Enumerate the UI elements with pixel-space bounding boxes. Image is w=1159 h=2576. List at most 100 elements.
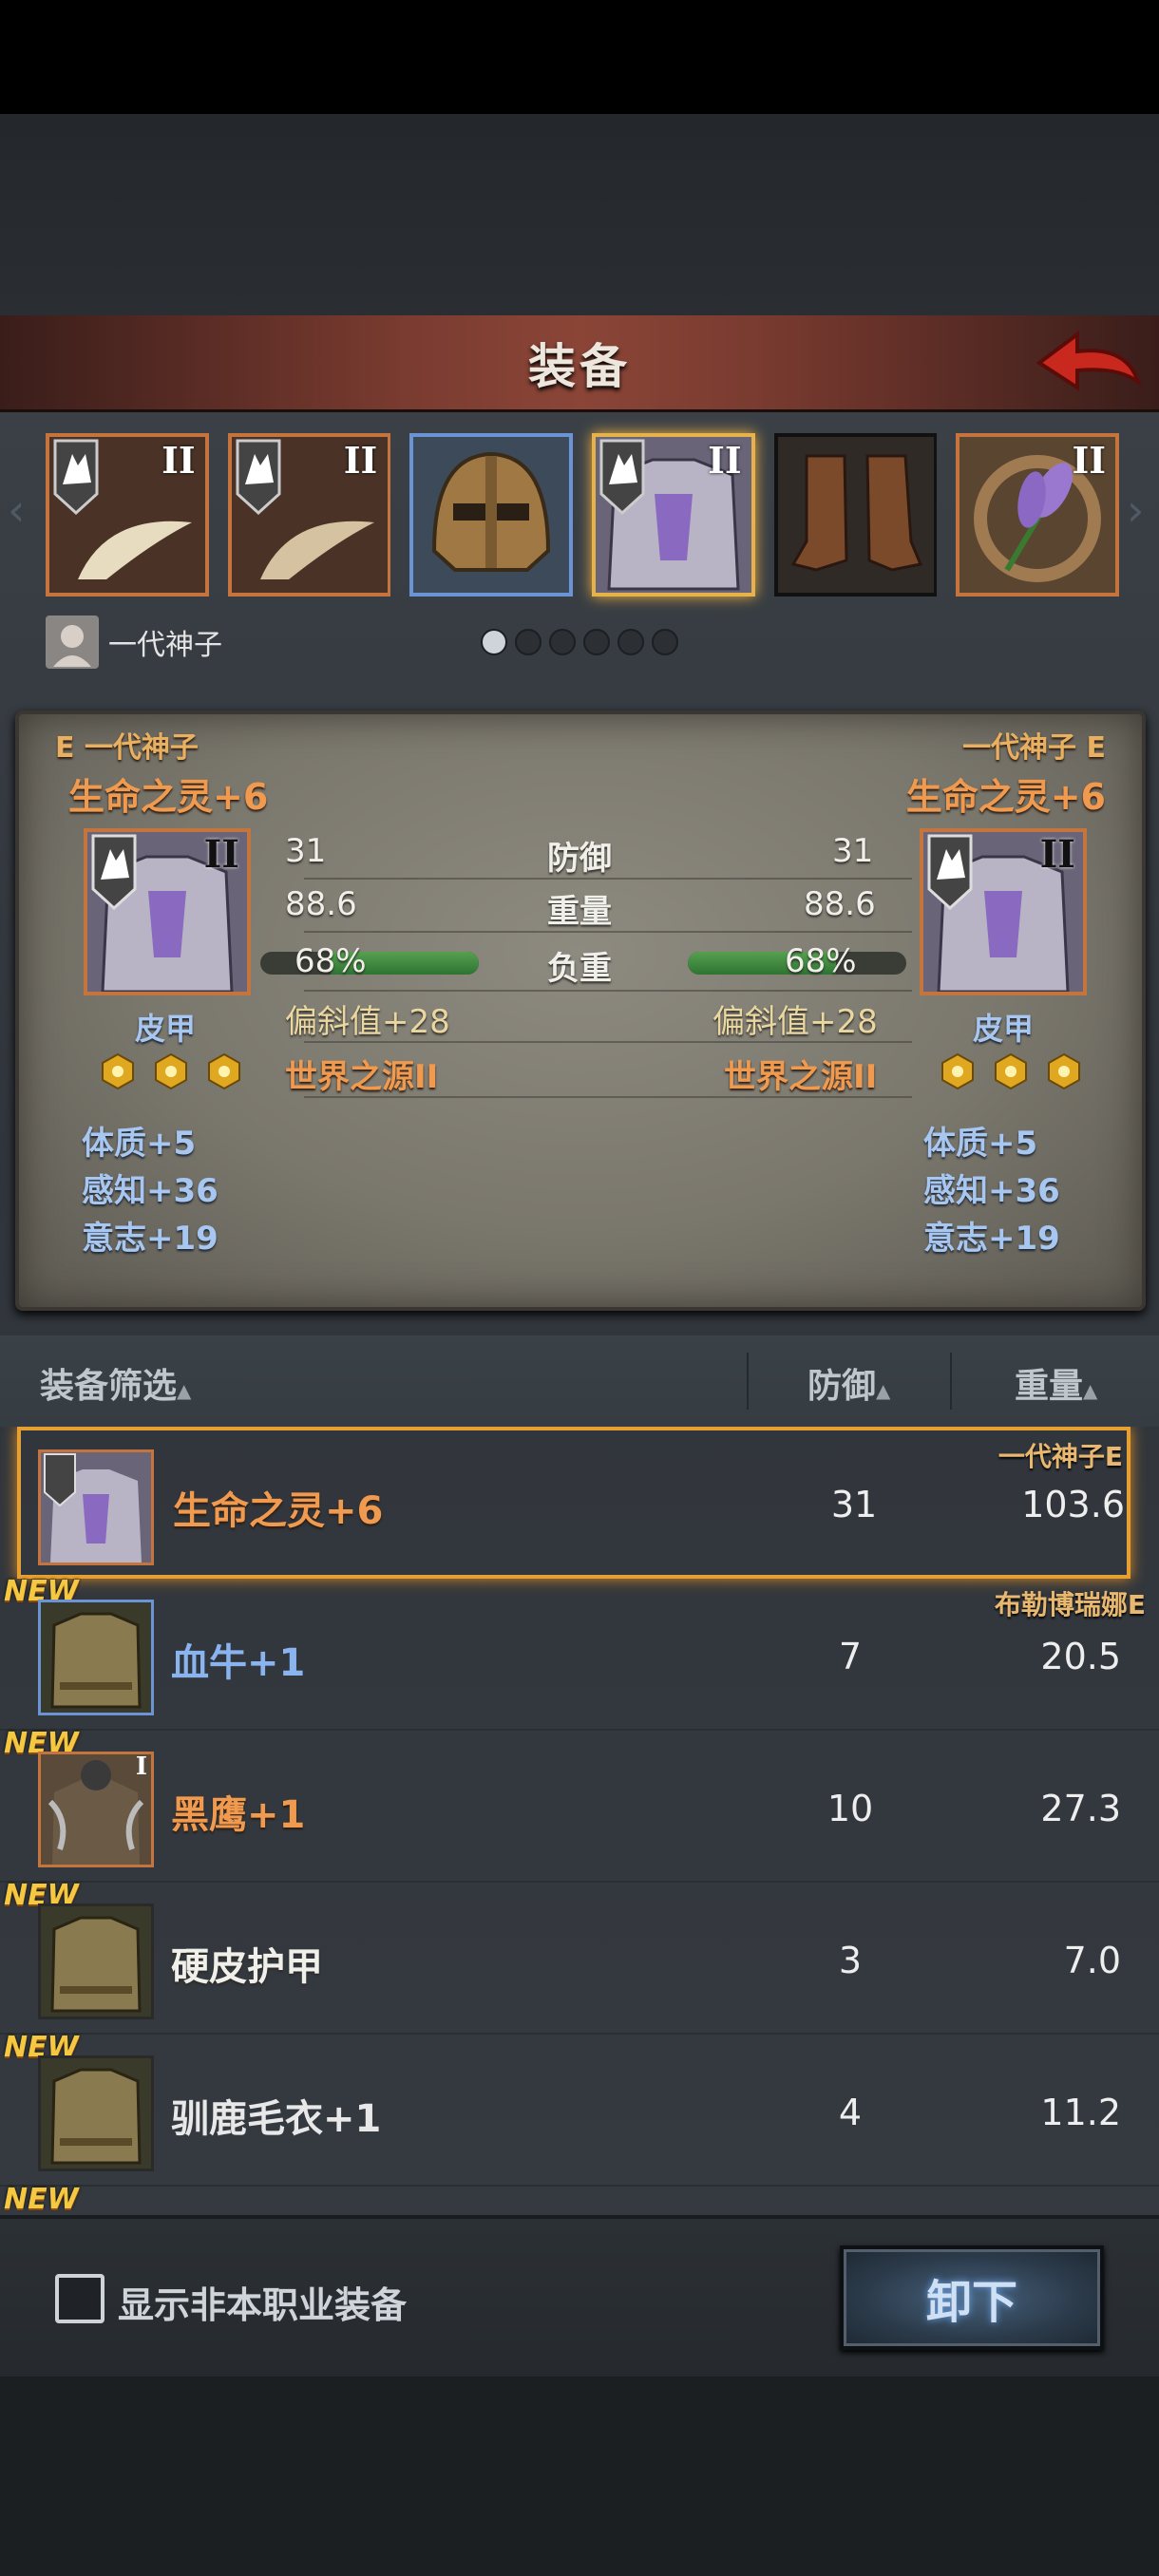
back-arrow-icon[interactable] (1032, 325, 1146, 405)
left-item-type: 皮甲 (135, 1011, 197, 1047)
slots-left-arrow-icon[interactable]: ‹ (8, 484, 25, 536)
divider (304, 1041, 912, 1043)
character-row[interactable]: 一代神子 (46, 616, 222, 669)
page-dot[interactable] (618, 629, 644, 655)
equipment-slots: II II II II (46, 433, 1120, 597)
sort-defense-button[interactable]: 防御▲ (808, 1358, 890, 1408)
filter-button[interactable]: 装备筛选▲ (40, 1358, 191, 1408)
new-badge: NEW (4, 2183, 79, 2215)
divider (304, 990, 912, 992)
item-icon (38, 1904, 154, 2019)
list-item[interactable]: 一代神子E 生命之灵+6 31 103.6 (17, 1427, 1130, 1579)
right-item-name: 生命之灵+6 (905, 776, 1106, 818)
slot-helmet[interactable] (409, 433, 574, 597)
filter-bar: 装备筛选▲ 防御▲ 重量▲ (0, 1335, 1159, 1427)
character-name: 一代神子 (108, 629, 222, 662)
item-rank: I (135, 1752, 147, 1781)
avatar (46, 616, 99, 669)
show-other-class-checkbox[interactable] (55, 2274, 104, 2323)
list-item[interactable]: NEW 布勒博瑞娜E 血牛+1 7 20.5 (0, 1575, 1159, 1731)
slot-weapon-1[interactable]: II (46, 433, 209, 597)
page-title: 装备 (528, 338, 631, 394)
checkbox-label: 显示非本职业装备 (118, 2284, 408, 2326)
slot-rank: II (1072, 439, 1107, 482)
right-item-type: 皮甲 (973, 1011, 1035, 1047)
slots-right-arrow-icon[interactable]: › (1127, 484, 1144, 536)
gem-icon (995, 1052, 1027, 1090)
bottom-bar: 显示非本职业装备 卸下 (0, 2215, 1159, 2377)
page-dots (481, 629, 678, 655)
slot-boots[interactable] (773, 433, 938, 597)
item-weight: 103.6 (1021, 1484, 1125, 1525)
divider (304, 1096, 912, 1098)
item-name: 驯鹿毛衣+1 (171, 2097, 382, 2141)
defense-label: 防御 (547, 840, 612, 878)
right-item-icon: II (920, 828, 1087, 995)
wolf-crest-armor-icon (44, 1453, 142, 1563)
item-icon: I (38, 1752, 154, 1867)
list-item[interactable]: NEW (0, 2183, 1159, 2215)
item-name: 黑鹰+1 (171, 1793, 306, 1837)
gem-icon (941, 1052, 974, 1090)
item-weight: 20.5 (1040, 1636, 1121, 1677)
divider (747, 1353, 749, 1410)
list-item[interactable]: NEW 驯鹿毛衣+1 4 11.2 (0, 2031, 1159, 2187)
page-dot[interactable] (515, 629, 542, 655)
item-weight: 27.3 (1040, 1788, 1121, 1829)
unequip-button[interactable]: 卸下 (840, 2245, 1104, 2350)
sort-weight-button[interactable]: 重量▲ (1015, 1358, 1097, 1408)
gem-icon (208, 1052, 240, 1090)
item-icon (38, 1600, 154, 1715)
black-hawk-armor-icon (41, 1754, 151, 1865)
page-dot[interactable] (652, 629, 678, 655)
item-defense: 3 (838, 1940, 863, 1981)
left-stat: 感知+36 (82, 1172, 218, 1210)
left-owner: E 一代神子 (55, 731, 199, 765)
right-weight: 88.6 (804, 885, 876, 923)
page-dot[interactable] (583, 629, 610, 655)
item-name: 血牛+1 (171, 1641, 306, 1685)
status-bar-area (0, 0, 1159, 114)
item-name: 生命之灵+6 (173, 1489, 384, 1533)
sort-triangle-icon: ▲ (876, 1379, 891, 1402)
right-stat: 意志+19 (923, 1220, 1060, 1258)
item-defense: 10 (826, 1788, 874, 1829)
divider (950, 1353, 952, 1410)
left-deflect: 偏斜值+28 (285, 1003, 450, 1041)
bottom-spacer (0, 2377, 1159, 2576)
slot-weapon-2[interactable]: II (227, 433, 391, 597)
item-defense: 4 (838, 2092, 863, 2133)
item-name: 硬皮护甲 (171, 1945, 323, 1989)
item-defense: 7 (838, 1636, 863, 1677)
left-source: 世界之源II (285, 1058, 439, 1096)
left-load: 68% (294, 942, 367, 980)
sort-triangle-icon: ▲ (1083, 1379, 1098, 1402)
leather-armor-icon (41, 2058, 151, 2169)
right-load: 68% (785, 942, 857, 980)
slot-rank: II (343, 439, 378, 482)
compare-panel: E 一代神子 一代神子 E 生命之灵+6 生命之灵+6 II II 皮甲 皮甲 … (15, 710, 1146, 1311)
item-defense: 31 (830, 1484, 878, 1525)
filter-label: 装备筛选 (40, 1367, 178, 1406)
slot-accessory[interactable]: II (956, 433, 1120, 597)
slot-armor[interactable]: II (592, 433, 755, 597)
item-rank: II (1039, 832, 1075, 877)
right-stat: 感知+36 (923, 1172, 1060, 1210)
sort-triangle-icon: ▲ (177, 1379, 192, 1402)
load-label: 负重 (547, 950, 612, 988)
helmet-icon (413, 437, 570, 593)
item-owner: 布勒博瑞娜E (994, 1589, 1146, 1620)
item-owner: 一代神子E (998, 1441, 1123, 1472)
divider (304, 931, 912, 933)
boots-icon (777, 437, 934, 593)
list-item[interactable]: NEW I 黑鹰+1 10 27.3 (0, 1727, 1159, 1883)
top-spacer (0, 114, 1159, 315)
item-weight: 7.0 (1063, 1940, 1121, 1981)
slot-rank: II (708, 439, 742, 482)
item-weight: 11.2 (1040, 2092, 1121, 2133)
page-dot[interactable] (549, 629, 576, 655)
leather-armor-icon (41, 1906, 151, 2017)
list-item[interactable]: NEW 硬皮护甲 3 7.0 (0, 1879, 1159, 2035)
page-dot[interactable] (481, 629, 507, 655)
right-owner: 一代神子 E (962, 731, 1106, 765)
